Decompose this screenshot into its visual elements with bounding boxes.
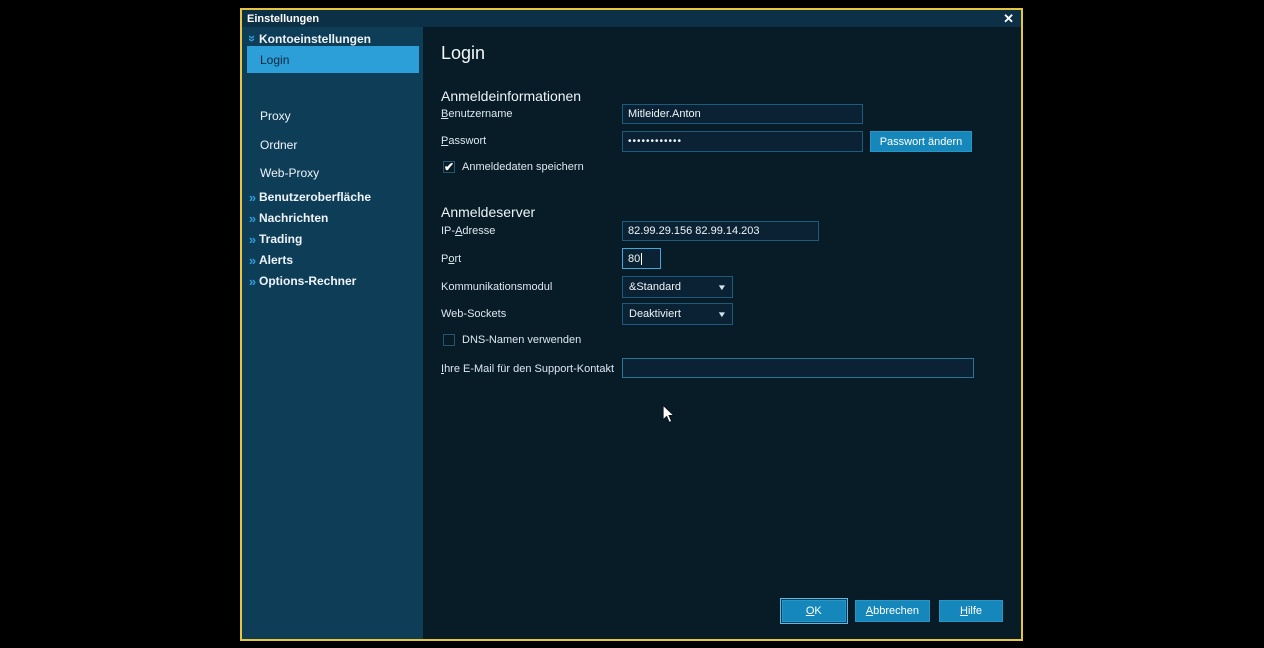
ip-address-input[interactable] <box>622 221 819 241</box>
dns-names-checkbox[interactable]: DNS-Namen verwenden <box>443 334 581 346</box>
nav-item-web-proxy[interactable]: Web-Proxy <box>242 162 423 184</box>
communication-module-label: Kommunikationsmodul <box>441 281 552 293</box>
help-button[interactable]: Hilfe <box>939 600 1003 622</box>
dialog-footer: OK Abbrechen Hilfe <box>782 600 1003 622</box>
section-heading-anmeldeinformationen: Anmeldeinformationen <box>441 88 581 104</box>
remember-credentials-checkbox[interactable]: ✔ Anmeldedaten speichern <box>443 161 584 173</box>
support-email-input[interactable] <box>622 358 974 378</box>
web-sockets-label: Web-Sockets <box>441 308 506 320</box>
nav-item-label: Web-Proxy <box>260 166 319 180</box>
nav-group-label: Kontoeinstellungen <box>259 32 371 46</box>
dialog-titlebar[interactable]: Einstellungen ✕ <box>242 10 1021 27</box>
chevron-right-icon: » <box>246 274 259 289</box>
nav-group-label: Trading <box>259 232 302 246</box>
remember-credentials-label: Anmeldedaten speichern <box>462 161 584 173</box>
nav-item-login[interactable]: Login <box>247 46 419 73</box>
nav-group-options-rechner[interactable]: » Options-Rechner <box>242 271 423 291</box>
chevron-right-icon: » <box>246 232 259 247</box>
nav-item-label: Login <box>260 53 289 67</box>
nav-item-proxy[interactable]: Proxy <box>242 105 423 127</box>
nav-item-ordner[interactable]: Ordner <box>242 134 423 156</box>
chevron-down-icon: ▼ <box>717 310 727 319</box>
settings-dialog: Einstellungen ✕ » Kontoeinstellungen Log… <box>240 8 1023 641</box>
support-email-label: Ihre E-Mail für den Support-Kontakt <box>441 363 614 375</box>
text-caret <box>641 253 642 265</box>
password-input[interactable] <box>622 131 863 152</box>
dropdown-value: &Standard <box>629 281 681 293</box>
dialog-title: Einstellungen <box>242 13 319 25</box>
username-label: Benutzername <box>441 108 513 120</box>
dns-names-label: DNS-Namen verwenden <box>462 334 581 346</box>
settings-content: Login Anmeldeinformationen Benutzername … <box>423 27 1021 639</box>
dropdown-value: Deaktiviert <box>629 308 681 320</box>
ok-button[interactable]: OK <box>782 600 846 622</box>
nav-group-label: Nachrichten <box>259 211 328 225</box>
close-icon[interactable]: ✕ <box>1003 10 1014 27</box>
nav-item-label: Proxy <box>260 109 291 123</box>
chevron-right-icon: » <box>246 211 259 226</box>
nav-group-label: Options-Rechner <box>259 274 356 288</box>
change-password-button[interactable]: Passwort ändern <box>870 131 972 152</box>
password-label: Passwort <box>441 135 486 147</box>
nav-group-trading[interactable]: » Trading <box>242 229 423 249</box>
port-input[interactable]: 80 <box>622 248 661 269</box>
nav-group-benutzeroberflaeche[interactable]: » Benutzeroberfläche <box>242 187 423 207</box>
nav-group-nachrichten[interactable]: » Nachrichten <box>242 208 423 228</box>
chevron-down-icon: ▼ <box>717 283 727 292</box>
username-input[interactable] <box>622 104 863 124</box>
port-label: Port <box>441 253 461 265</box>
nav-item-label: Ordner <box>260 138 297 152</box>
checkbox-unchecked-icon[interactable] <box>443 334 455 346</box>
communication-module-dropdown[interactable]: &Standard ▼ <box>622 276 733 298</box>
nav-group-label: Benutzeroberfläche <box>259 190 371 204</box>
settings-nav: » Kontoeinstellungen Login Proxy Ordner … <box>242 27 423 639</box>
page-title: Login <box>441 43 485 64</box>
ip-address-label: IP-Adresse <box>441 225 495 237</box>
chevron-right-icon: » <box>246 253 259 268</box>
checkbox-checked-icon[interactable]: ✔ <box>443 161 455 173</box>
nav-group-alerts[interactable]: » Alerts <box>242 250 423 270</box>
chevron-right-icon: » <box>246 190 259 205</box>
desktop-background: Einstellungen ✕ » Kontoeinstellungen Log… <box>0 0 1264 648</box>
cancel-button[interactable]: Abbrechen <box>855 600 930 622</box>
web-sockets-dropdown[interactable]: Deaktiviert ▼ <box>622 303 733 325</box>
nav-group-label: Alerts <box>259 253 293 267</box>
section-heading-anmeldeserver: Anmeldeserver <box>441 204 535 220</box>
chevron-down-icon: » <box>245 32 260 45</box>
